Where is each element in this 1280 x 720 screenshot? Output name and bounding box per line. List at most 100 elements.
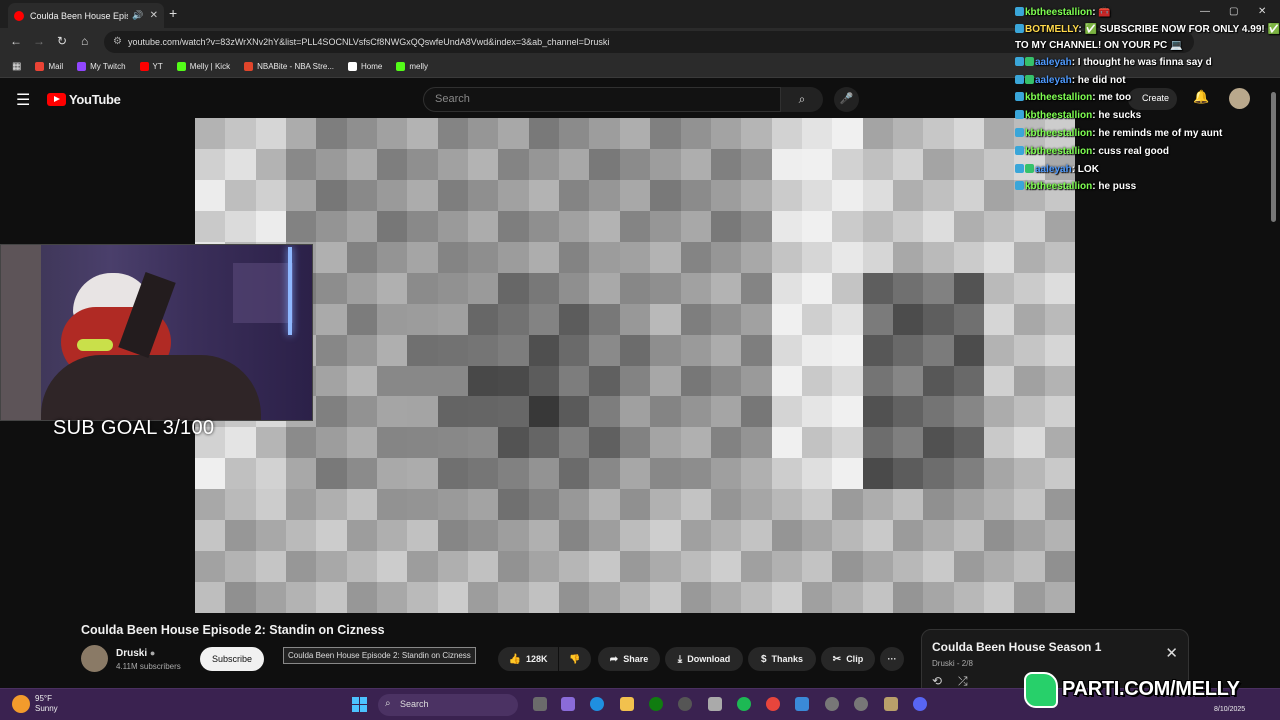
file-explorer-icon[interactable] bbox=[620, 697, 634, 711]
chat-badge-icon bbox=[1015, 145, 1024, 155]
close-tab-icon[interactable]: ✕ bbox=[150, 10, 158, 21]
playlist-title[interactable]: Coulda Been House Season 1 bbox=[932, 640, 1101, 654]
close-icon[interactable]: ✕ bbox=[1165, 644, 1178, 662]
bookmark-item[interactable]: NBABite - NBA Stre... bbox=[244, 62, 334, 71]
thanks-button[interactable]: $ Thanks bbox=[748, 647, 816, 671]
new-tab-button[interactable]: + bbox=[169, 5, 177, 21]
chat-badge-icon bbox=[1025, 74, 1034, 84]
forward-icon[interactable]: → bbox=[33, 34, 45, 48]
subscriber-count: 4.11M subscribers bbox=[116, 662, 181, 671]
site-info-icon[interactable]: ⚙ bbox=[113, 36, 122, 47]
subscribe-button[interactable]: Subscribe bbox=[200, 647, 264, 671]
windows-start-icon[interactable] bbox=[352, 697, 367, 712]
mic-icon[interactable]: 🎤 bbox=[834, 87, 859, 112]
chat-text: : he reminds me of my aunt bbox=[1092, 127, 1223, 139]
store-icon[interactable] bbox=[708, 697, 722, 711]
parti-logo-icon bbox=[1024, 672, 1058, 708]
bookmark-label: melly bbox=[409, 62, 429, 71]
chat-text: : 🧰 bbox=[1092, 7, 1111, 18]
channel-name[interactable]: Druski ● bbox=[116, 648, 155, 659]
speaker-icon[interactable]: 🔊 bbox=[132, 10, 143, 21]
copilot-icon[interactable] bbox=[561, 697, 575, 711]
chat-message: aaleyah: he did not bbox=[1015, 72, 1280, 90]
search-button[interactable]: ⌕ bbox=[781, 87, 823, 112]
xbox-icon[interactable] bbox=[649, 697, 663, 711]
title-tooltip: Coulda Been House Episode 2: Standin on … bbox=[283, 647, 476, 664]
parti-banner: PARTI.COM/MELLY bbox=[1022, 672, 1278, 712]
chat-badge-icon bbox=[1015, 163, 1024, 173]
chat-text: : he puss bbox=[1092, 181, 1137, 193]
chat-text: : he sucks bbox=[1092, 110, 1142, 122]
temperature: 95°F bbox=[35, 694, 52, 703]
share-button[interactable]: ➦ Share bbox=[598, 647, 660, 671]
home-icon[interactable]: ⌂ bbox=[81, 34, 88, 48]
chat-text: : cuss real good bbox=[1092, 145, 1169, 157]
chat-message: kbtheestallion: cuss real good bbox=[1015, 143, 1280, 161]
more-actions-button[interactable]: ··· bbox=[880, 647, 904, 671]
photos-icon[interactable] bbox=[795, 697, 809, 711]
thumbs-up-icon: 👍 bbox=[508, 653, 521, 665]
dislike-button[interactable]: 👎 bbox=[559, 647, 591, 671]
chat-badge-icon bbox=[1015, 127, 1024, 137]
bookmark-item[interactable]: My Twitch bbox=[77, 62, 126, 71]
chat-message: kbtheestallion: he puss bbox=[1015, 178, 1280, 196]
chat-badge-icon bbox=[1015, 181, 1024, 191]
stream-chat-overlay: kbtheestallion: 🧰 BOTMELLY: ✅ SUBSCRIBE N… bbox=[1015, 4, 1280, 196]
browser-tab[interactable]: Coulda Been House Episo 🔊 ✕ bbox=[8, 3, 164, 28]
channel-avatar[interactable] bbox=[81, 645, 108, 672]
bookmark-label: YT bbox=[152, 62, 163, 71]
logo-text: YouTube bbox=[69, 92, 121, 107]
chat-text: : me too bbox=[1092, 92, 1132, 104]
bookmark-icon bbox=[244, 62, 254, 71]
like-button[interactable]: 👍 128K bbox=[498, 647, 558, 671]
bookmark-item[interactable]: melly bbox=[396, 62, 428, 71]
bookmark-item[interactable]: Melly | Kick bbox=[176, 62, 231, 71]
bookmark-icon bbox=[396, 62, 406, 71]
loop-icon[interactable]: ⟲ bbox=[932, 674, 942, 688]
bookmark-item[interactable]: Mail bbox=[35, 62, 63, 71]
app-icon-2[interactable] bbox=[884, 697, 898, 711]
task-view-icon[interactable] bbox=[533, 697, 547, 711]
app-icon[interactable] bbox=[854, 697, 868, 711]
spotify-icon[interactable] bbox=[737, 697, 751, 711]
weather-sun-icon bbox=[12, 695, 30, 713]
clip-button[interactable]: ✂ Clip bbox=[821, 647, 875, 671]
chat-badge-icon bbox=[1025, 56, 1034, 66]
youtube-logo[interactable]: YouTube bbox=[47, 92, 121, 107]
bookmark-item[interactable]: Home bbox=[348, 62, 382, 71]
reload-icon[interactable]: ↻ bbox=[57, 34, 67, 48]
youtube-favicon-icon bbox=[14, 10, 24, 21]
download-button[interactable]: ⤓ Download bbox=[665, 647, 743, 671]
youtube-play-icon bbox=[47, 93, 66, 106]
chat-username: kbtheestallion bbox=[1025, 92, 1093, 104]
media-player-icon[interactable] bbox=[825, 697, 839, 711]
weather-widget[interactable]: 95°F Sunny bbox=[12, 694, 58, 714]
chat-username: kbtheestallion bbox=[1025, 7, 1093, 18]
edge-icon[interactable] bbox=[590, 697, 604, 711]
taskbar-search[interactable]: ⌕ Search bbox=[378, 694, 518, 716]
close-window-icon[interactable]: ✕ bbox=[1258, 6, 1266, 17]
menu-icon[interactable]: ☰ bbox=[16, 90, 30, 110]
chat-message: kbtheestallion: he sucks bbox=[1015, 107, 1280, 125]
share-icon: ➦ bbox=[609, 653, 619, 665]
chat-message: aaleyah: LOK bbox=[1015, 161, 1280, 179]
back-icon[interactable]: ← bbox=[10, 34, 22, 48]
chat-badge-icon bbox=[1015, 7, 1024, 16]
minimize-icon[interactable]: — bbox=[1200, 6, 1210, 17]
bookmark-label: Melly | Kick bbox=[189, 62, 231, 71]
search-icon: ⌕ bbox=[385, 698, 391, 709]
discord-icon[interactable] bbox=[913, 697, 927, 711]
obs-icon[interactable] bbox=[678, 697, 692, 711]
chat-badge-icon bbox=[1015, 92, 1024, 102]
chat-text: : he did not bbox=[1071, 74, 1126, 86]
video-player[interactable] bbox=[195, 118, 1075, 613]
maximize-icon[interactable]: ▢ bbox=[1229, 6, 1238, 17]
bookmark-item[interactable]: YT bbox=[139, 62, 163, 71]
chat-badge-icon bbox=[1015, 23, 1024, 33]
apps-grid-icon[interactable]: ▦ bbox=[12, 61, 21, 72]
chrome-icon[interactable] bbox=[766, 697, 780, 711]
search-input[interactable]: Search bbox=[423, 87, 781, 112]
shuffle-icon[interactable]: ⤮ bbox=[958, 674, 968, 689]
chat-badge-icon bbox=[1015, 110, 1024, 120]
url-text: youtube.com/watch?v=83zWrXNv2hY&list=PLL… bbox=[128, 37, 610, 47]
